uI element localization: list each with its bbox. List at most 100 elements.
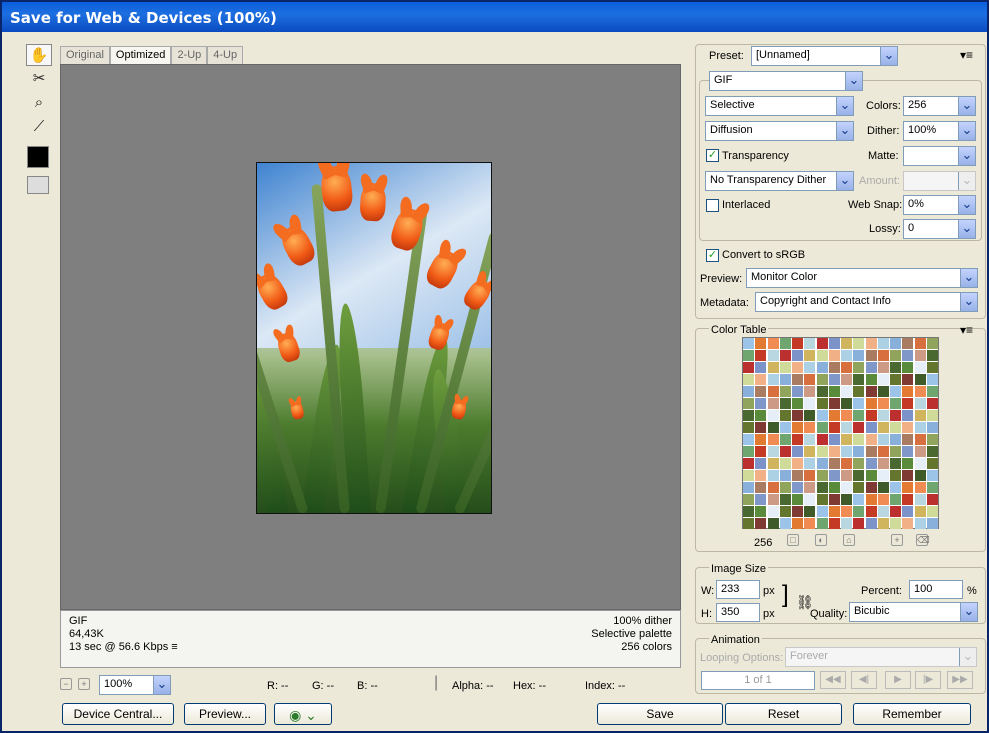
- color-table-cell[interactable]: [816, 410, 828, 421]
- color-table-cell[interactable]: [755, 338, 767, 349]
- color-table-cell[interactable]: [743, 398, 754, 409]
- color-table-cell[interactable]: [816, 458, 828, 469]
- color-table-cell[interactable]: [755, 398, 767, 409]
- color-table-cell[interactable]: [914, 338, 926, 349]
- tab-2-up[interactable]: 2-Up: [171, 46, 208, 64]
- color-table-cell[interactable]: [767, 446, 779, 457]
- color-table-cell[interactable]: [743, 494, 754, 505]
- zoom-out-icon[interactable]: −: [60, 678, 72, 690]
- color-table-cell[interactable]: [755, 494, 767, 505]
- color-table-cell[interactable]: [841, 494, 852, 505]
- color-table-cell[interactable]: [865, 458, 877, 469]
- color-table-cell[interactable]: [804, 482, 816, 493]
- color-table-cell[interactable]: [779, 386, 791, 397]
- zoom-select[interactable]: 100%: [99, 675, 171, 695]
- color-table-cell[interactable]: [914, 494, 926, 505]
- color-table-cell[interactable]: [853, 470, 865, 481]
- color-table-cell[interactable]: [926, 470, 938, 481]
- color-table-cell[interactable]: [767, 458, 779, 469]
- color-table-cell[interactable]: [853, 446, 865, 457]
- color-table-cell[interactable]: [755, 506, 767, 517]
- color-table-cell[interactable]: [890, 458, 901, 469]
- color-table-cell[interactable]: [816, 494, 828, 505]
- color-table-cell[interactable]: [792, 398, 803, 409]
- color-table-cell[interactable]: [853, 422, 865, 433]
- color-table-cell[interactable]: [755, 374, 767, 385]
- color-table-cell[interactable]: [828, 518, 840, 529]
- color-table-cell[interactable]: [755, 470, 767, 481]
- color-table-cell[interactable]: [841, 518, 852, 529]
- color-table-cell[interactable]: [877, 422, 889, 433]
- color-table-cell[interactable]: [841, 446, 852, 457]
- color-table-cell[interactable]: [877, 362, 889, 373]
- color-table-cell[interactable]: [890, 506, 901, 517]
- color-table-cell[interactable]: [792, 422, 803, 433]
- color-table-cell[interactable]: [816, 482, 828, 493]
- color-table-cell[interactable]: [914, 410, 926, 421]
- color-table-cell[interactable]: [914, 374, 926, 385]
- color-table-cell[interactable]: [865, 506, 877, 517]
- color-table-cell[interactable]: [865, 398, 877, 409]
- color-table-cell[interactable]: [804, 470, 816, 481]
- color-table-cell[interactable]: [877, 338, 889, 349]
- tab-4-up[interactable]: 4-Up: [207, 46, 244, 64]
- color-table-cell[interactable]: [914, 398, 926, 409]
- color-table-cell[interactable]: [902, 470, 914, 481]
- color-table-cell[interactable]: [877, 518, 889, 529]
- color-table-cell[interactable]: [841, 338, 852, 349]
- color-table-cell[interactable]: [779, 362, 791, 373]
- color-table-cell[interactable]: [841, 470, 852, 481]
- color-table-cell[interactable]: [743, 386, 754, 397]
- color-table-cell[interactable]: [865, 422, 877, 433]
- color-table-cell[interactable]: [914, 470, 926, 481]
- trash-icon[interactable]: ⌫: [916, 534, 930, 546]
- color-table-cell[interactable]: [926, 446, 938, 457]
- color-table-cell[interactable]: [743, 482, 754, 493]
- menu-icon[interactable]: ≡: [171, 641, 177, 653]
- color-table-cell[interactable]: [779, 434, 791, 445]
- color-table-cell[interactable]: [902, 410, 914, 421]
- color-table-cell[interactable]: [828, 494, 840, 505]
- color-table-cell[interactable]: [890, 446, 901, 457]
- color-table-cell[interactable]: [779, 494, 791, 505]
- device-central-button[interactable]: Device Central...: [62, 703, 174, 725]
- color-table-cell[interactable]: [853, 362, 865, 373]
- color-table-cell[interactable]: [902, 350, 914, 361]
- color-table-cell[interactable]: [779, 338, 791, 349]
- color-table-cell[interactable]: [853, 434, 865, 445]
- save-button[interactable]: Save: [597, 703, 723, 725]
- color-table-cell[interactable]: [902, 434, 914, 445]
- color-table-cell[interactable]: [804, 446, 816, 457]
- color-table-cell[interactable]: [890, 386, 901, 397]
- color-table-cell[interactable]: [779, 506, 791, 517]
- color-table-cell[interactable]: [816, 446, 828, 457]
- color-table-cell[interactable]: [792, 350, 803, 361]
- color-table-cell[interactable]: [767, 386, 779, 397]
- color-table-cell[interactable]: [804, 350, 816, 361]
- color-table-cell[interactable]: [865, 338, 877, 349]
- color-table-cell[interactable]: [841, 350, 852, 361]
- color-table-cell[interactable]: [890, 338, 901, 349]
- color-table-cell[interactable]: [755, 434, 767, 445]
- color-table-cell[interactable]: [828, 386, 840, 397]
- color-table-cell[interactable]: [890, 434, 901, 445]
- color-table-cell[interactable]: [841, 506, 852, 517]
- color-table-cell[interactable]: [902, 446, 914, 457]
- color-table-cell[interactable]: [890, 494, 901, 505]
- color-table-cell[interactable]: [779, 350, 791, 361]
- color-table-cell[interactable]: [792, 362, 803, 373]
- color-table-cell[interactable]: [914, 422, 926, 433]
- color-table-cell[interactable]: [902, 422, 914, 433]
- dither-algorithm-select[interactable]: Diffusion: [705, 121, 854, 141]
- color-table-cell[interactable]: [755, 422, 767, 433]
- color-table-cell[interactable]: [828, 446, 840, 457]
- color-table-cell[interactable]: [914, 362, 926, 373]
- color-table-cell[interactable]: [914, 506, 926, 517]
- eyedropper-icon[interactable]: ⟋: [26, 116, 52, 138]
- color-table-cell[interactable]: [890, 482, 901, 493]
- color-table-cell[interactable]: [890, 350, 901, 361]
- color-table-cell[interactable]: [902, 518, 914, 529]
- color-table-cell[interactable]: [853, 410, 865, 421]
- color-table-cell[interactable]: [755, 482, 767, 493]
- color-reduction-select[interactable]: Selective: [705, 96, 854, 116]
